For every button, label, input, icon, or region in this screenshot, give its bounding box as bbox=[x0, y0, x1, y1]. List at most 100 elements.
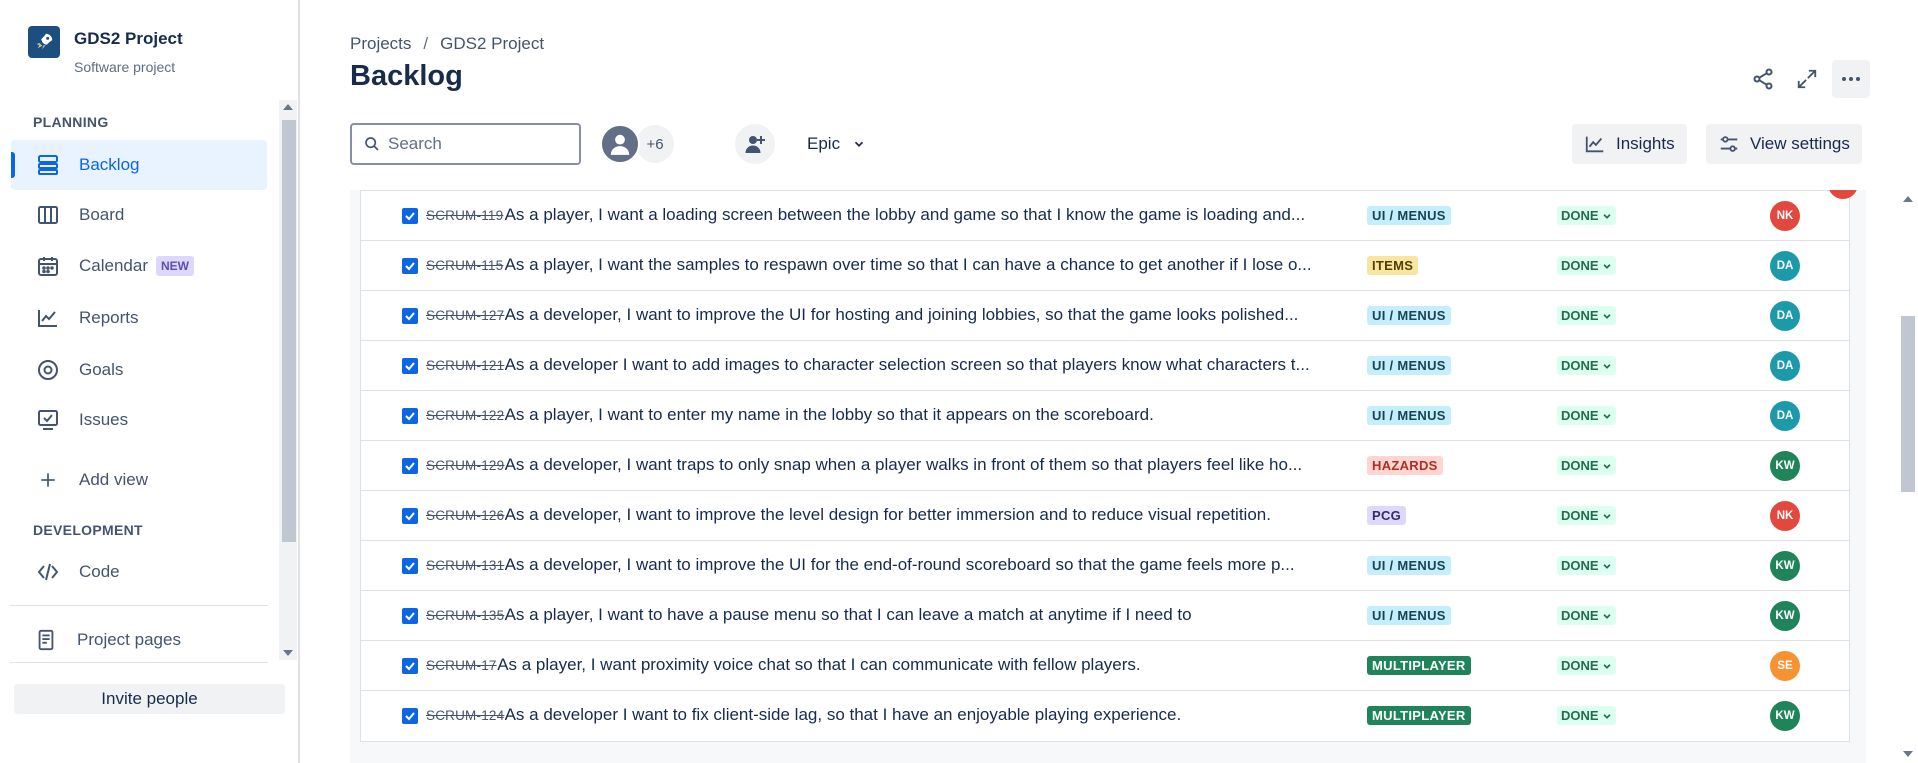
sidebar-item-add-view[interactable]: Add view bbox=[11, 455, 267, 505]
share-button[interactable] bbox=[1744, 60, 1782, 98]
table-row[interactable]: SCRUM-129 As a developer, I want traps t… bbox=[361, 441, 1849, 491]
assignee-avatar[interactable]: DA bbox=[1770, 301, 1800, 331]
sidebar-item-project-pages[interactable]: Project pages bbox=[11, 618, 267, 662]
avatar[interactable] bbox=[600, 124, 640, 164]
issue-summary[interactable]: As a developer, I want to improve the UI… bbox=[505, 555, 1335, 575]
issue-key[interactable]: SCRUM-119 bbox=[426, 208, 503, 223]
assignee-avatar[interactable]: NK bbox=[1770, 501, 1800, 531]
epic-lozenge[interactable]: MULTIPLAYER bbox=[1367, 706, 1471, 725]
table-row[interactable]: SCRUM-119 As a player, I want a loading … bbox=[361, 191, 1849, 241]
epic-lozenge[interactable]: HAZARDS bbox=[1367, 456, 1443, 475]
epic-lozenge[interactable]: UI / MENUS bbox=[1367, 556, 1451, 575]
status-dropdown[interactable]: DONE bbox=[1557, 206, 1616, 225]
table-row[interactable]: SCRUM-127 As a developer, I want to impr… bbox=[361, 291, 1849, 341]
issue-key[interactable]: SCRUM-115 bbox=[426, 258, 503, 273]
scroll-up-icon[interactable] bbox=[1903, 196, 1913, 202]
sidebar-item-issues[interactable]: Issues bbox=[11, 395, 267, 445]
scroll-down-icon[interactable] bbox=[283, 650, 293, 656]
sidebar-item-goals[interactable]: Goals bbox=[11, 345, 267, 395]
assignee-avatar[interactable]: KW bbox=[1770, 551, 1800, 581]
view-settings-button[interactable]: View settings bbox=[1706, 124, 1862, 164]
assignee-avatar[interactable]: DA bbox=[1770, 401, 1800, 431]
assignee-avatar[interactable]: NK bbox=[1770, 201, 1800, 231]
project-header[interactable]: GDS2 Project Software project bbox=[28, 26, 183, 75]
main-scrollbar[interactable] bbox=[1898, 190, 1918, 763]
issue-key[interactable]: SCRUM-131 bbox=[426, 558, 504, 573]
issue-summary[interactable]: As a player, I want a loading screen bet… bbox=[505, 205, 1335, 225]
status-label: DONE bbox=[1561, 258, 1599, 273]
scroll-up-icon[interactable] bbox=[283, 104, 293, 110]
issue-summary[interactable]: As a player, I want to enter my name in … bbox=[505, 405, 1335, 425]
status-dropdown[interactable]: DONE bbox=[1557, 606, 1616, 625]
issue-key[interactable]: SCRUM-17 bbox=[426, 658, 497, 673]
epic-lozenge[interactable]: UI / MENUS bbox=[1367, 606, 1451, 625]
issue-key[interactable]: SCRUM-126 bbox=[426, 508, 504, 523]
status-dropdown[interactable]: DONE bbox=[1557, 406, 1616, 425]
issue-summary[interactable]: As a developer I want to fix client-side… bbox=[505, 705, 1335, 725]
sidebar-item-code[interactable]: Code bbox=[11, 547, 267, 597]
epic-lozenge[interactable]: PCG bbox=[1367, 506, 1407, 525]
status-dropdown[interactable]: DONE bbox=[1557, 506, 1616, 525]
table-row[interactable]: SCRUM-131 As a developer, I want to impr… bbox=[361, 541, 1849, 591]
status-dropdown[interactable]: DONE bbox=[1557, 356, 1616, 375]
insights-button[interactable]: Insights bbox=[1572, 124, 1687, 164]
issue-key[interactable]: SCRUM-121 bbox=[426, 358, 504, 373]
epic-filter-dropdown[interactable]: Epic bbox=[795, 123, 878, 165]
main-scroll-thumb[interactable] bbox=[1901, 316, 1915, 492]
issue-key[interactable]: SCRUM-135 bbox=[426, 608, 504, 623]
issue-summary[interactable]: As a developer, I want to improve the le… bbox=[505, 505, 1335, 525]
status-dropdown[interactable]: DONE bbox=[1557, 306, 1616, 325]
assignee-avatar[interactable]: KW bbox=[1770, 451, 1800, 481]
table-row[interactable]: SCRUM-121 As a developer I want to add i… bbox=[361, 341, 1849, 391]
search-input[interactable] bbox=[388, 134, 558, 154]
assignee-avatar[interactable]: DA bbox=[1770, 251, 1800, 281]
table-row[interactable]: SCRUM-126 As a developer, I want to impr… bbox=[361, 491, 1849, 541]
table-row[interactable]: SCRUM-122 As a player, I want to enter m… bbox=[361, 391, 1849, 441]
issue-key[interactable]: SCRUM-129 bbox=[426, 458, 504, 473]
epic-lozenge[interactable]: UI / MENUS bbox=[1367, 206, 1451, 225]
sidebar-item-reports[interactable]: Reports bbox=[11, 293, 267, 343]
issue-summary[interactable]: As a developer I want to add images to c… bbox=[505, 355, 1335, 375]
avatar-group[interactable]: +6 bbox=[600, 124, 674, 164]
sidebar-item-board[interactable]: Board bbox=[11, 190, 267, 240]
status-dropdown[interactable]: DONE bbox=[1557, 706, 1616, 725]
issue-summary[interactable]: As a player, I want the samples to respa… bbox=[505, 255, 1335, 275]
assignee-avatar[interactable]: KW bbox=[1770, 601, 1800, 631]
epic-lozenge[interactable]: MULTIPLAYER bbox=[1367, 656, 1471, 675]
table-row[interactable]: SCRUM-115 As a player, I want the sample… bbox=[361, 241, 1849, 291]
avatar-more-count[interactable]: +6 bbox=[636, 125, 674, 163]
search-box[interactable] bbox=[350, 123, 581, 165]
sidebar-scrollbar[interactable] bbox=[279, 100, 297, 660]
sidebar-item-calendar[interactable]: Calendar NEW bbox=[11, 241, 267, 291]
issue-summary[interactable]: As a player, I want proximity voice chat… bbox=[497, 655, 1327, 675]
assignee-avatar[interactable]: KW bbox=[1770, 701, 1800, 731]
breadcrumb-projects[interactable]: Projects bbox=[350, 34, 411, 54]
invite-people-button[interactable]: Invite people bbox=[14, 684, 285, 714]
epic-lozenge[interactable]: UI / MENUS bbox=[1367, 356, 1451, 375]
fullscreen-button[interactable] bbox=[1788, 60, 1826, 98]
issue-key[interactable]: SCRUM-124 bbox=[426, 708, 504, 723]
epic-lozenge[interactable]: UI / MENUS bbox=[1367, 406, 1451, 425]
issue-key[interactable]: SCRUM-127 bbox=[426, 308, 504, 323]
assignee-avatar[interactable]: SE bbox=[1770, 651, 1800, 681]
epic-lozenge[interactable]: ITEMS bbox=[1367, 256, 1419, 275]
add-people-button[interactable] bbox=[735, 124, 775, 164]
scroll-down-icon[interactable] bbox=[1903, 751, 1913, 757]
status-dropdown[interactable]: DONE bbox=[1557, 456, 1616, 475]
table-row[interactable]: SCRUM-124 As a developer I want to fix c… bbox=[361, 691, 1849, 741]
issue-summary[interactable]: As a developer, I want to improve the UI… bbox=[505, 305, 1335, 325]
sidebar-item-backlog[interactable]: Backlog bbox=[11, 140, 267, 190]
table-row[interactable]: SCRUM-17 As a player, I want proximity v… bbox=[361, 641, 1849, 691]
assignee-avatar[interactable]: DA bbox=[1770, 351, 1800, 381]
status-dropdown[interactable]: DONE bbox=[1557, 656, 1616, 675]
breadcrumb-project[interactable]: GDS2 Project bbox=[440, 34, 544, 54]
issue-summary[interactable]: As a developer, I want traps to only sna… bbox=[505, 455, 1335, 475]
issue-key[interactable]: SCRUM-122 bbox=[426, 408, 504, 423]
sidebar-scroll-thumb[interactable] bbox=[282, 120, 296, 542]
more-actions-button[interactable] bbox=[1832, 60, 1870, 98]
epic-lozenge[interactable]: UI / MENUS bbox=[1367, 306, 1451, 325]
table-row[interactable]: SCRUM-135 As a player, I want to have a … bbox=[361, 591, 1849, 641]
issue-summary[interactable]: As a player, I want to have a pause menu… bbox=[505, 605, 1335, 625]
status-dropdown[interactable]: DONE bbox=[1557, 256, 1616, 275]
status-dropdown[interactable]: DONE bbox=[1557, 556, 1616, 575]
